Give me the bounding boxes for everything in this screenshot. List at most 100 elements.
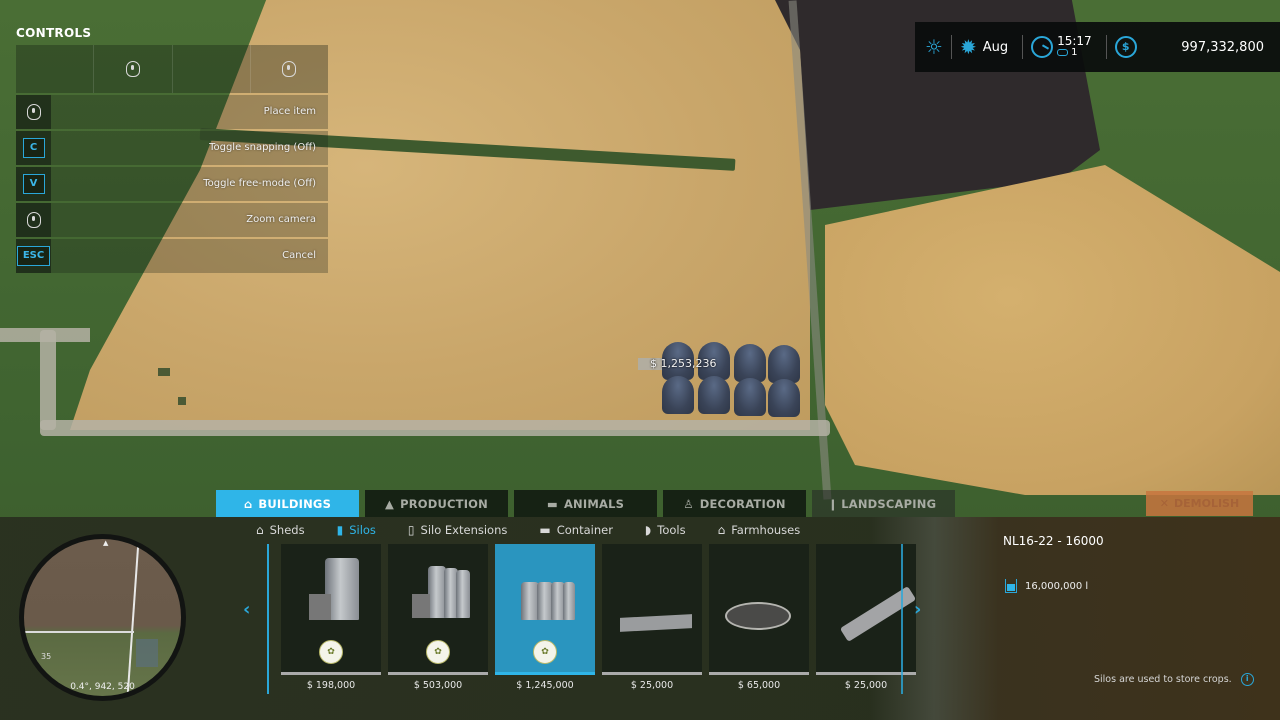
item-name: NL16-22 - 16000 <box>1003 534 1104 548</box>
chevron-left-icon[interactable]: ‹ <box>243 599 250 620</box>
mouse-wheel-icon <box>26 212 41 228</box>
subtab-silos[interactable]: ▮ Silos <box>337 523 376 537</box>
capacity-value: 16,000,000 l <box>1025 580 1089 592</box>
money-icon: $ <box>1114 36 1137 58</box>
capacity-row: 16,000,000 l <box>1005 579 1088 593</box>
mouse-icon <box>282 61 297 77</box>
silo-extension-icon: ▯ <box>407 523 415 537</box>
subcategory-tabs: ⌂ Sheds ▮ Silos ▯ Silo Extensions ▬ Cont… <box>256 523 800 537</box>
control-toggle-snapping[interactable]: C Toggle snapping (Off) <box>16 131 328 165</box>
capacity-icon <box>1005 579 1017 593</box>
silo <box>768 379 800 417</box>
minimap-farm <box>136 639 158 667</box>
sun-icon: ☼ <box>925 35 943 59</box>
control-place-item[interactable]: Place item <box>16 95 328 129</box>
subtab-sheds[interactable]: ⌂ Sheds <box>256 523 305 537</box>
bale <box>158 368 170 376</box>
gravel-road <box>40 330 56 430</box>
key-esc: ESC <box>16 246 51 266</box>
minimap[interactable]: ▲ 35 0.4°, 942, 520 <box>19 534 186 701</box>
time-label: 15:17 <box>1057 34 1092 48</box>
brand-logo: ✿ <box>533 640 557 664</box>
item-price: $ 25,000 <box>630 680 674 691</box>
carousel-edge <box>901 544 903 694</box>
item-card[interactable]: $ 25,000 <box>602 544 702 716</box>
gravel-road <box>40 420 830 436</box>
round-bunker-image <box>725 602 791 630</box>
silo <box>734 344 766 382</box>
controls-title: CONTROLS <box>16 26 92 40</box>
month-label: Aug <box>982 39 1009 55</box>
info-icon[interactable]: i <box>1240 673 1254 686</box>
item-card-selected[interactable]: ✿ $ 1,245,000 <box>495 544 595 716</box>
chute-image <box>839 586 917 642</box>
item-price: $ 503,000 <box>413 680 463 691</box>
key-c: C <box>22 138 45 158</box>
shovel-icon: ǀ <box>830 496 836 511</box>
season-sun-icon: ✹ <box>959 35 977 59</box>
farmhouse-icon: ⌂ <box>717 523 726 537</box>
subtab-container[interactable]: ▬ Container <box>539 523 613 537</box>
placement-price: $ 1,253,236 <box>650 357 717 370</box>
wall-image <box>620 614 692 632</box>
close-icon: ✕ <box>1159 497 1170 510</box>
mouse-icon <box>125 61 140 77</box>
time-speed-value: 1 <box>1071 47 1078 58</box>
silo <box>698 376 730 414</box>
control-toggle-free-mode[interactable]: V Toggle free-mode (Off) <box>16 167 328 201</box>
demolish-button[interactable]: ✕ DEMOLISH <box>1146 491 1253 516</box>
item-price: $ 25,000 <box>844 680 888 691</box>
minimap-field-number: 35 <box>41 652 52 661</box>
silo-icon: ▮ <box>336 523 344 537</box>
clock-icon <box>1031 36 1054 58</box>
construction-panel: ⌂ Sheds ▮ Silos ▯ Silo Extensions ▬ Cont… <box>0 517 1280 720</box>
tools-icon: ◗ <box>644 523 652 537</box>
building-icon: ⌂ <box>243 496 253 511</box>
tab-buildings[interactable]: ⌂ BUILDINGS <box>216 490 359 517</box>
placement-preview-silos[interactable] <box>660 342 805 420</box>
minimap-coordinates: 0.4°, 942, 520 <box>70 682 135 692</box>
control-zoom-camera[interactable]: Zoom camera <box>16 203 328 237</box>
key-v: V <box>22 174 45 194</box>
control-cancel[interactable]: ESC Cancel <box>16 239 328 273</box>
item-price: $ 65,000 <box>737 680 781 691</box>
item-card[interactable]: ✿ $ 503,000 <box>388 544 488 716</box>
statue-icon: ♙ <box>683 496 694 511</box>
cow-icon: ▬ <box>546 496 558 511</box>
category-tabs: ⌂ BUILDINGS ▲ PRODUCTION ▬ ANIMALS ♙ DEC… <box>216 490 955 517</box>
mouse-left-click-icon <box>26 104 41 120</box>
subtab-tools[interactable]: ◗ Tools <box>645 523 686 537</box>
production-icon: ▲ <box>385 496 395 511</box>
top-hud: ☼ ✹ Aug 15:17 1 $ 997,332,800 <box>915 22 1280 72</box>
subtab-silo-extensions[interactable]: ▯ Silo Extensions <box>408 523 507 537</box>
item-carousel: ✿ $ 198,000 ✿ $ 503,000 ✿ $ 1,245,000 $ … <box>281 544 917 716</box>
silo <box>768 345 800 383</box>
tab-production[interactable]: ▲ PRODUCTION <box>365 490 508 517</box>
time-speed-icon <box>1057 49 1069 56</box>
subtab-farmhouses[interactable]: ⌂ Farmhouses <box>718 523 801 537</box>
item-price: $ 1,245,000 <box>516 680 574 691</box>
money-balance: 997,332,800 <box>1181 39 1264 55</box>
item-card[interactable]: ✿ $ 198,000 <box>281 544 381 716</box>
controls-panel: CONTROLS Place item C Toggle snapping (O… <box>16 26 328 275</box>
item-card[interactable]: $ 65,000 <box>709 544 809 716</box>
tab-landscaping[interactable]: ǀ LANDSCAPING <box>812 490 955 517</box>
brand-logo: ✿ <box>319 640 343 664</box>
north-marker: ▲ <box>103 539 109 547</box>
chevron-right-icon[interactable]: › <box>914 599 921 620</box>
bale <box>178 397 186 405</box>
brand-logo: ✿ <box>426 640 450 664</box>
wheat-field-east <box>825 165 1280 495</box>
controls-top-row <box>16 45 328 93</box>
minimap-road <box>24 631 134 633</box>
item-price: $ 198,000 <box>306 680 356 691</box>
tab-animals[interactable]: ▬ ANIMALS <box>514 490 657 517</box>
item-description: Silos are used to store crops. i <box>1094 673 1254 686</box>
shed-icon: ⌂ <box>256 523 264 537</box>
carousel-edge <box>267 544 269 694</box>
silo <box>734 378 766 416</box>
tab-decoration[interactable]: ♙ DECORATION <box>663 490 806 517</box>
silo <box>662 376 694 414</box>
container-icon: ▬ <box>539 523 551 537</box>
minimap-road <box>126 539 140 696</box>
